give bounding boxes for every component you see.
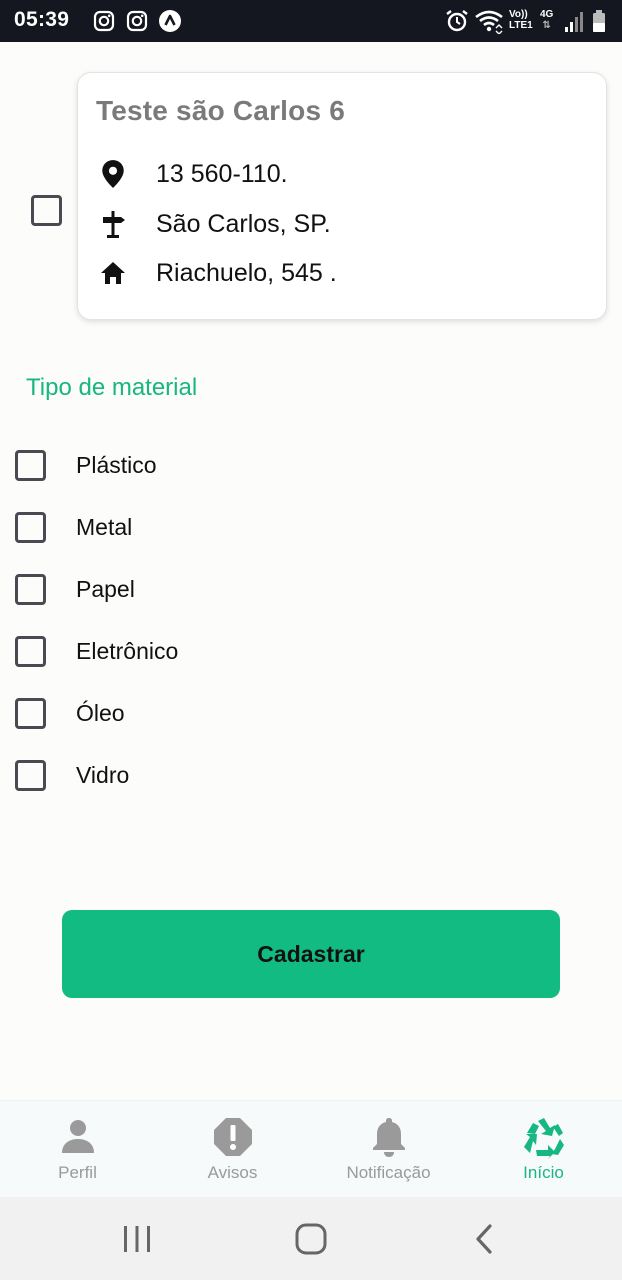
- option-label: Papel: [76, 575, 135, 602]
- tab-label: Perfil: [58, 1163, 97, 1182]
- tab-inicio[interactable]: Início: [466, 1101, 621, 1198]
- battery-icon: [593, 10, 605, 32]
- volte-lte1-icon: Vo)) LTE1: [509, 9, 533, 31]
- address-cep: 13 560-110.: [156, 159, 288, 188]
- recent-apps-icon[interactable]: [119, 1221, 155, 1257]
- material-section-title: Tipo de material: [26, 374, 198, 401]
- wifi-icon: [475, 10, 503, 34]
- signal-icon: [565, 12, 583, 32]
- option-label: Vidro: [76, 761, 130, 788]
- instagram-icon: [93, 10, 115, 32]
- material-option-papel[interactable]: Papel: [15, 572, 135, 606]
- tab-label: Avisos: [207, 1163, 258, 1182]
- checkbox[interactable]: [15, 573, 46, 605]
- alert-octagon-icon: [213, 1118, 252, 1156]
- lte1-label: LTE1: [509, 20, 533, 31]
- address-city: São Carlos, SP.: [156, 209, 331, 238]
- home-icon: [96, 256, 130, 290]
- tab-notificacao[interactable]: Notificação: [311, 1101, 466, 1198]
- status-bar: 05:39 Vo)) LTE1 4G ⇅: [0, 0, 622, 42]
- material-option-metal[interactable]: Metal: [15, 510, 132, 544]
- address-cep-row: 13 560-110.: [96, 157, 288, 191]
- system-nav-bar: [0, 1197, 622, 1280]
- address-city-row: São Carlos, SP.: [96, 207, 331, 241]
- signpost-icon: [96, 207, 130, 241]
- material-option-vidro[interactable]: Vidro: [15, 758, 129, 792]
- 4g-label: 4G: [540, 9, 554, 20]
- alarm-icon: [446, 10, 468, 32]
- address-select-checkbox[interactable]: [31, 195, 62, 226]
- location-pin-icon: [96, 157, 130, 191]
- material-option-plastico[interactable]: Plástico: [15, 448, 157, 482]
- cadastrar-button[interactable]: Cadastrar: [62, 910, 560, 998]
- recycle-icon: [523, 1118, 564, 1159]
- material-option-oleo[interactable]: Óleo: [15, 696, 125, 730]
- tab-label: Início: [523, 1163, 564, 1182]
- address-title: Teste são Carlos 6: [96, 95, 345, 126]
- status-time: 05:39: [14, 8, 70, 31]
- material-option-eletronico[interactable]: Eletrônico: [15, 634, 178, 668]
- option-label: Metal: [76, 513, 133, 540]
- bell-icon: [372, 1118, 405, 1157]
- app-notification-icon: [159, 10, 181, 32]
- checkbox[interactable]: [15, 759, 46, 791]
- address-street-row: Riachuelo, 545 .: [96, 256, 337, 290]
- checkbox[interactable]: [15, 697, 46, 729]
- tab-label: Notificação: [346, 1163, 431, 1182]
- checkbox[interactable]: [15, 449, 46, 481]
- 4g-data-icon: 4G ⇅: [540, 9, 554, 31]
- checkbox[interactable]: [15, 635, 46, 667]
- back-icon[interactable]: [467, 1221, 503, 1257]
- option-label: Plástico: [76, 451, 157, 478]
- option-label: Eletrônico: [76, 637, 179, 664]
- person-icon: [61, 1120, 94, 1153]
- instagram-icon: [126, 10, 148, 32]
- address-card[interactable]: Teste são Carlos 6 13 560-110. São Carlo…: [77, 72, 607, 320]
- address-street: Riachuelo, 545 .: [156, 258, 337, 287]
- option-label: Óleo: [76, 699, 125, 726]
- checkbox[interactable]: [15, 511, 46, 543]
- home-nav-icon[interactable]: [293, 1221, 329, 1257]
- volte-label: Vo)): [509, 9, 528, 20]
- tab-avisos[interactable]: Avisos: [155, 1101, 310, 1198]
- bottom-tab-bar: Perfil Avisos Notificação Início: [0, 1100, 622, 1197]
- tab-perfil[interactable]: Perfil: [0, 1101, 155, 1198]
